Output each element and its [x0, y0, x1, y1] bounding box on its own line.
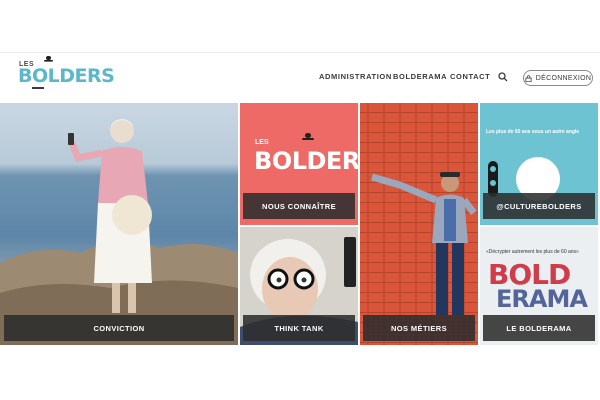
- tile-culturebolders[interactable]: Les plus de 60 ans sous un autre angle @…: [480, 103, 598, 225]
- search-icon[interactable]: [498, 72, 508, 82]
- logout-button[interactable]: DÉCONNEXION: [523, 70, 593, 86]
- nav-administration[interactable]: ADMINISTRATION: [319, 72, 392, 81]
- tile-label-culturebolders: @CULTUREBOLDERS: [483, 193, 595, 219]
- tile-logo-word: BOLDERS: [254, 147, 358, 175]
- tile-nous-connaitre[interactable]: LES BOLDERS NOUS CONNAÎTRE: [240, 103, 358, 225]
- bolderama-word-erama: ERAMA: [496, 285, 588, 313]
- bowler-hat-icon: [44, 56, 53, 62]
- senior-man-brick-wall-image: [360, 103, 478, 345]
- tile-logo-les: LES: [255, 139, 269, 146]
- logo-mustache: [32, 87, 44, 89]
- header-divider: [0, 52, 600, 53]
- logo-word: BOLDERS: [18, 65, 115, 87]
- senior-woman-selfie-image: [0, 119, 238, 345]
- tile-conviction[interactable]: CONVICTION: [0, 103, 238, 345]
- tile-label-think-tank: THINK TANK: [243, 315, 355, 341]
- bolderama-tagline: «Décrypter autrement les plus de 60 ans»: [486, 249, 579, 255]
- tile-nos-metiers[interactable]: NOS MÉTIERS: [360, 103, 478, 345]
- nav-bolderama[interactable]: BOLDERAMA: [393, 72, 447, 81]
- nav-contact[interactable]: CONTACT: [450, 72, 490, 81]
- tile-label-nous-connaitre: NOUS CONNAÎTRE: [243, 193, 355, 219]
- bowler-hat-icon: [302, 133, 314, 140]
- tile-think-tank[interactable]: THINK TANK: [240, 227, 358, 345]
- logout-label: DÉCONNEXION: [535, 74, 592, 82]
- lock-icon: [525, 74, 532, 82]
- tile-label-conviction: CONVICTION: [4, 315, 234, 341]
- site-logo[interactable]: LES BOLDERS: [18, 56, 115, 96]
- tile-label-nos-metiers: NOS MÉTIERS: [363, 315, 475, 341]
- tile-label-bolderama: LE BOLDERAMA: [483, 315, 595, 341]
- tile-bolderama[interactable]: «Décrypter autrement les plus de 60 ans»…: [480, 227, 598, 345]
